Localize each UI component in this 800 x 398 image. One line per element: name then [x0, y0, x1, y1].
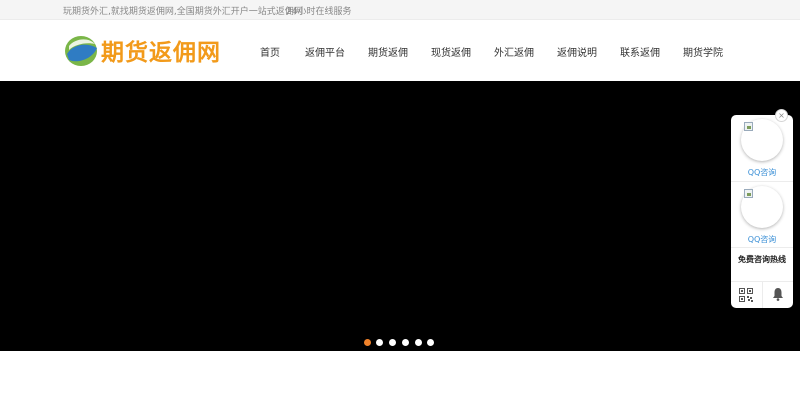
slider-dot[interactable]	[376, 339, 383, 346]
slider-dot[interactable]	[427, 339, 434, 346]
bell-icon	[773, 288, 783, 301]
nav-item-academy[interactable]: 期货学院	[683, 44, 723, 59]
nav-item-futures-rebate[interactable]: 期货返佣	[368, 44, 408, 59]
service-hours: 24小时在线服务	[286, 7, 352, 17]
qr-code-button[interactable]	[731, 281, 762, 308]
qq-avatar	[741, 119, 783, 161]
hero-banner[interactable]	[0, 81, 800, 351]
qq-consult-label: QQ咨询	[747, 168, 777, 177]
nav-item-rebate-platform[interactable]: 返佣平台	[305, 44, 345, 59]
broken-image-icon	[744, 122, 753, 131]
close-icon: ×	[778, 111, 785, 120]
nav-item-spot-rebate[interactable]: 现货返佣	[431, 44, 471, 59]
slider-dot[interactable]	[415, 339, 422, 346]
nav-item-rebate-info[interactable]: 返佣说明	[557, 44, 597, 59]
qr-code-icon	[739, 288, 753, 302]
nav-item-home[interactable]: 首页	[260, 44, 280, 59]
logo-text: 期货返佣网	[101, 39, 221, 66]
top-bar: 玩期货外汇,就找期货返佣网,全国期货外汇开户一站式返佣网. 24小时在线服务	[0, 0, 800, 20]
close-float-button[interactable]: ×	[775, 109, 788, 122]
nav-item-contact[interactable]: 联系返佣	[620, 44, 660, 59]
slider-dot[interactable]	[364, 339, 371, 346]
qq-consult-button[interactable]: QQ咨询	[731, 115, 793, 181]
slider-dot[interactable]	[402, 339, 409, 346]
floating-contact-panel: QQ咨询 QQ咨询 免费咨询热线	[731, 115, 793, 308]
divider	[731, 247, 793, 248]
notification-button[interactable]	[763, 281, 794, 308]
hotline-label[interactable]: 免费咨询热线	[731, 254, 793, 265]
broken-image-icon	[744, 189, 753, 198]
nav-item-forex-rebate[interactable]: 外汇返佣	[494, 44, 534, 59]
qq-consult-button[interactable]: QQ咨询	[731, 182, 793, 248]
site-header: 期货返佣网 首页 返佣平台 期货返佣 现货返佣 外汇返佣 返佣说明 联系返佣 期…	[0, 20, 800, 81]
site-tagline: 玩期货外汇,就找期货返佣网,全国期货外汇开户一站式返佣网.	[63, 7, 306, 17]
globe-logo-icon	[65, 36, 97, 66]
qq-consult-label: QQ咨询	[747, 235, 777, 244]
slider-dot[interactable]	[389, 339, 396, 346]
site-logo[interactable]: 期货返佣网	[63, 32, 221, 68]
qq-avatar	[741, 186, 783, 228]
